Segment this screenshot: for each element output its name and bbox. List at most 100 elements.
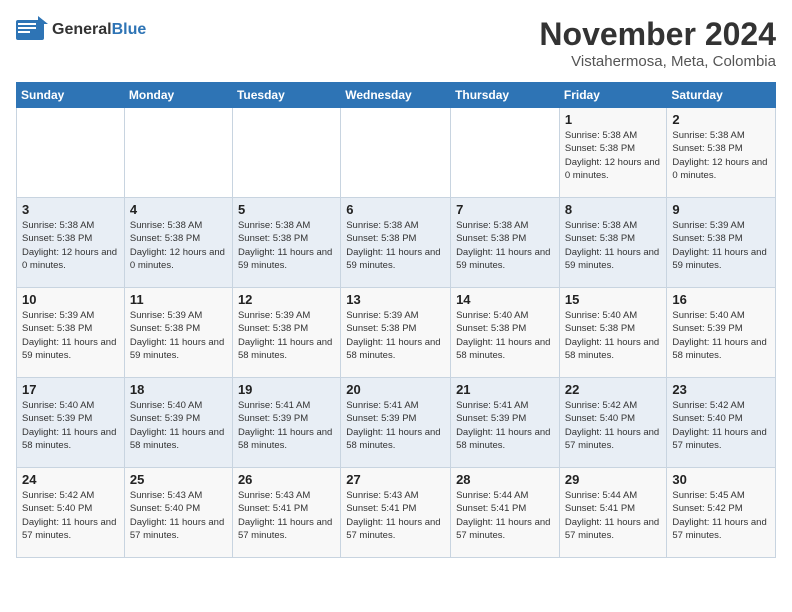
- calendar-header-row: SundayMondayTuesdayWednesdayThursdayFrid…: [17, 83, 776, 108]
- day-number: 1: [565, 112, 662, 127]
- day-detail: Sunrise: 5:38 AM Sunset: 5:38 PM Dayligh…: [238, 220, 332, 271]
- calendar-cell: [232, 108, 340, 198]
- day-number: 19: [238, 382, 335, 397]
- day-number: 28: [456, 472, 554, 487]
- calendar-cell: [124, 108, 232, 198]
- day-detail: Sunrise: 5:38 AM Sunset: 5:38 PM Dayligh…: [565, 220, 659, 271]
- day-number: 10: [22, 292, 119, 307]
- day-detail: Sunrise: 5:40 AM Sunset: 5:39 PM Dayligh…: [130, 400, 224, 451]
- logo-icon: [16, 16, 48, 44]
- calendar-cell: 13 Sunrise: 5:39 AM Sunset: 5:38 PM Dayli…: [341, 288, 451, 378]
- day-number: 29: [565, 472, 662, 487]
- day-detail: Sunrise: 5:43 AM Sunset: 5:41 PM Dayligh…: [238, 490, 332, 541]
- calendar-cell: 12Sunrise: 5:39 AM Sunset: 5:38 PM Dayli…: [232, 288, 340, 378]
- day-number: 24: [22, 472, 119, 487]
- day-number: 26: [238, 472, 335, 487]
- day-number: 23: [672, 382, 770, 397]
- day-number: 5: [238, 202, 335, 217]
- day-detail: Sunrise: 5:43 AM Sunset: 5:40 PM Dayligh…: [130, 490, 224, 541]
- week-row-4: 24 Sunrise: 5:42 AM Sunset: 5:40 PM Dayli…: [17, 468, 776, 558]
- calendar-cell: 23 Sunrise: 5:42 AM Sunset: 5:40 PM Dayli…: [667, 378, 776, 468]
- day-number: 11: [130, 292, 227, 307]
- calendar-cell: [451, 108, 560, 198]
- day-number: 9: [672, 202, 770, 217]
- logo-general: General: [52, 21, 112, 39]
- calendar-cell: 2 Sunrise: 5:38 AM Sunset: 5:38 PM Daylig…: [667, 108, 776, 198]
- week-row-3: 17 Sunrise: 5:40 AM Sunset: 5:39 PM Dayli…: [17, 378, 776, 468]
- calendar-cell: 27 Sunrise: 5:43 AM Sunset: 5:41 PM Dayli…: [341, 468, 451, 558]
- week-row-1: 3Sunrise: 5:38 AM Sunset: 5:38 PM Daylig…: [17, 198, 776, 288]
- day-number: 27: [346, 472, 445, 487]
- day-detail: Sunrise: 5:39 AM Sunset: 5:38 PM Dayligh…: [22, 310, 116, 361]
- calendar-cell: 3Sunrise: 5:38 AM Sunset: 5:38 PM Daylig…: [17, 198, 125, 288]
- col-header-friday: Friday: [559, 83, 667, 108]
- day-detail: Sunrise: 5:39 AM Sunset: 5:38 PM Dayligh…: [238, 310, 332, 361]
- calendar-cell: 5 Sunrise: 5:38 AM Sunset: 5:38 PM Daylig…: [232, 198, 340, 288]
- week-row-0: 1 Sunrise: 5:38 AM Sunset: 5:38 PM Daylig…: [17, 108, 776, 198]
- day-detail: Sunrise: 5:43 AM Sunset: 5:41 PM Dayligh…: [346, 490, 440, 541]
- week-row-2: 10 Sunrise: 5:39 AM Sunset: 5:38 PM Dayli…: [17, 288, 776, 378]
- day-number: 21: [456, 382, 554, 397]
- calendar-cell: 18Sunrise: 5:40 AM Sunset: 5:39 PM Dayli…: [124, 378, 232, 468]
- day-number: 2: [672, 112, 770, 127]
- calendar-cell: 22Sunrise: 5:42 AM Sunset: 5:40 PM Dayli…: [559, 378, 667, 468]
- calendar-cell: [17, 108, 125, 198]
- day-number: 15: [565, 292, 662, 307]
- calendar-cell: 21Sunrise: 5:41 AM Sunset: 5:39 PM Dayli…: [451, 378, 560, 468]
- calendar-cell: 1 Sunrise: 5:38 AM Sunset: 5:38 PM Daylig…: [559, 108, 667, 198]
- day-detail: Sunrise: 5:39 AM Sunset: 5:38 PM Dayligh…: [672, 220, 766, 271]
- calendar-cell: 11 Sunrise: 5:39 AM Sunset: 5:38 PM Dayli…: [124, 288, 232, 378]
- day-detail: Sunrise: 5:38 AM Sunset: 5:38 PM Dayligh…: [456, 220, 550, 271]
- month-title: November 2024: [539, 16, 776, 53]
- day-detail: Sunrise: 5:40 AM Sunset: 5:39 PM Dayligh…: [22, 400, 116, 451]
- day-detail: Sunrise: 5:45 AM Sunset: 5:42 PM Dayligh…: [672, 490, 766, 541]
- day-detail: Sunrise: 5:38 AM Sunset: 5:38 PM Dayligh…: [672, 130, 767, 181]
- day-detail: Sunrise: 5:41 AM Sunset: 5:39 PM Dayligh…: [238, 400, 332, 451]
- logo: General Blue: [16, 16, 146, 44]
- day-number: 22: [565, 382, 662, 397]
- day-detail: Sunrise: 5:38 AM Sunset: 5:38 PM Dayligh…: [130, 220, 225, 271]
- col-header-monday: Monday: [124, 83, 232, 108]
- day-number: 20: [346, 382, 445, 397]
- logo-blue: Blue: [112, 21, 147, 39]
- calendar-cell: 20 Sunrise: 5:41 AM Sunset: 5:39 PM Dayli…: [341, 378, 451, 468]
- day-detail: Sunrise: 5:41 AM Sunset: 5:39 PM Dayligh…: [346, 400, 440, 451]
- day-number: 16: [672, 292, 770, 307]
- calendar-cell: 30 Sunrise: 5:45 AM Sunset: 5:42 PM Dayli…: [667, 468, 776, 558]
- day-detail: Sunrise: 5:38 AM Sunset: 5:38 PM Dayligh…: [346, 220, 440, 271]
- day-number: 8: [565, 202, 662, 217]
- day-number: 4: [130, 202, 227, 217]
- day-detail: Sunrise: 5:42 AM Sunset: 5:40 PM Dayligh…: [672, 400, 766, 451]
- day-detail: Sunrise: 5:38 AM Sunset: 5:38 PM Dayligh…: [565, 130, 660, 181]
- calendar-cell: 14Sunrise: 5:40 AM Sunset: 5:38 PM Dayli…: [451, 288, 560, 378]
- col-header-wednesday: Wednesday: [341, 83, 451, 108]
- calendar-table: SundayMondayTuesdayWednesdayThursdayFrid…: [16, 82, 776, 558]
- day-number: 14: [456, 292, 554, 307]
- calendar-cell: 9 Sunrise: 5:39 AM Sunset: 5:38 PM Daylig…: [667, 198, 776, 288]
- calendar-cell: 17 Sunrise: 5:40 AM Sunset: 5:39 PM Dayli…: [17, 378, 125, 468]
- day-number: 17: [22, 382, 119, 397]
- calendar-cell: [341, 108, 451, 198]
- day-detail: Sunrise: 5:39 AM Sunset: 5:38 PM Dayligh…: [130, 310, 224, 361]
- col-header-saturday: Saturday: [667, 83, 776, 108]
- day-number: 13: [346, 292, 445, 307]
- calendar-cell: 26 Sunrise: 5:43 AM Sunset: 5:41 PM Dayli…: [232, 468, 340, 558]
- calendar-cell: 29Sunrise: 5:44 AM Sunset: 5:41 PM Dayli…: [559, 468, 667, 558]
- day-number: 6: [346, 202, 445, 217]
- calendar-cell: 24 Sunrise: 5:42 AM Sunset: 5:40 PM Dayli…: [17, 468, 125, 558]
- calendar-cell: 19 Sunrise: 5:41 AM Sunset: 5:39 PM Dayli…: [232, 378, 340, 468]
- day-detail: Sunrise: 5:40 AM Sunset: 5:38 PM Dayligh…: [565, 310, 659, 361]
- calendar-cell: 7Sunrise: 5:38 AM Sunset: 5:38 PM Daylig…: [451, 198, 560, 288]
- location-subtitle: Vistahermosa, Meta, Colombia: [539, 53, 776, 70]
- calendar-cell: 16Sunrise: 5:40 AM Sunset: 5:39 PM Dayli…: [667, 288, 776, 378]
- col-header-thursday: Thursday: [451, 83, 560, 108]
- day-detail: Sunrise: 5:42 AM Sunset: 5:40 PM Dayligh…: [22, 490, 116, 541]
- day-detail: Sunrise: 5:39 AM Sunset: 5:38 PM Dayligh…: [346, 310, 440, 361]
- day-detail: Sunrise: 5:44 AM Sunset: 5:41 PM Dayligh…: [456, 490, 550, 541]
- day-number: 25: [130, 472, 227, 487]
- day-number: 30: [672, 472, 770, 487]
- calendar-cell: 28 Sunrise: 5:44 AM Sunset: 5:41 PM Dayli…: [451, 468, 560, 558]
- calendar-cell: 4 Sunrise: 5:38 AM Sunset: 5:38 PM Daylig…: [124, 198, 232, 288]
- col-header-tuesday: Tuesday: [232, 83, 340, 108]
- page-header: General Blue November 2024 Vistahermosa,…: [16, 16, 776, 70]
